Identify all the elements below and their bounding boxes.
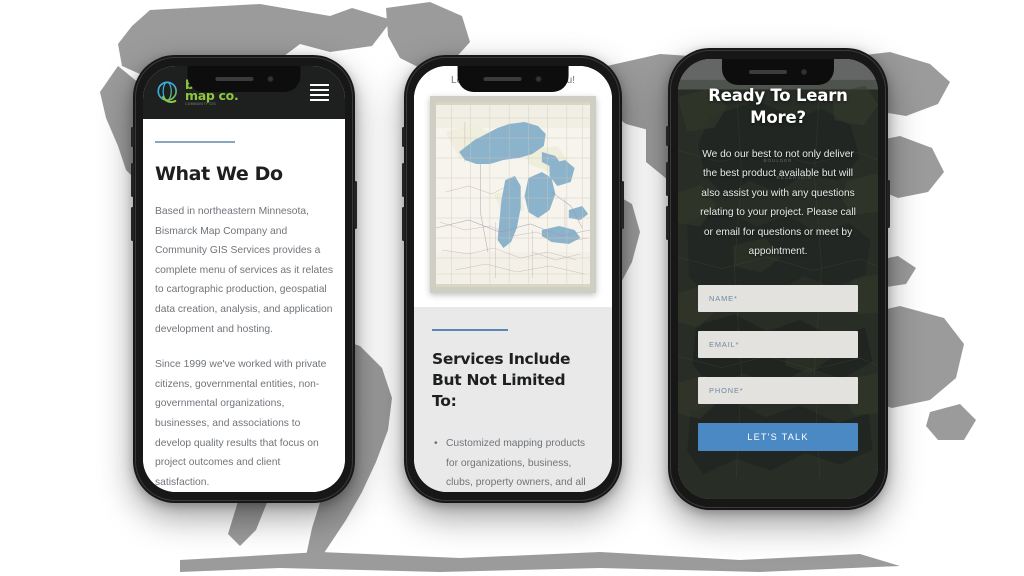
accent-divider — [155, 141, 235, 143]
phone-mockup-contact: BOULDER RESERVOIR LAKE Ready To Learn Mo… — [666, 48, 890, 510]
hamburger-menu-icon[interactable] — [308, 82, 331, 103]
front-camera-icon — [801, 69, 807, 75]
phone-volume-up-button[interactable] — [131, 163, 134, 197]
phone2-mute-button[interactable] — [402, 127, 405, 147]
accent-divider — [432, 329, 508, 331]
contact-paragraph: We do our best to not only deliver the b… — [700, 149, 856, 258]
phone2-volume-up-button[interactable] — [402, 163, 405, 197]
page-title: What We Do — [155, 163, 283, 185]
great-lakes-map-image — [436, 102, 590, 287]
contact-section: Ready To Learn More? We do our best to n… — [678, 59, 878, 499]
phone2-power-button[interactable] — [621, 181, 624, 229]
phone3-notch — [722, 59, 834, 85]
services-title: Services Include But Not Limited To: — [432, 350, 571, 410]
globe-icon — [157, 81, 177, 104]
phone-power-button[interactable] — [354, 181, 357, 229]
phone-mockup-services: Let us bring the map to you! — [402, 55, 624, 503]
phone3-volume-up-button[interactable] — [666, 162, 669, 196]
phone3-mute-button[interactable] — [666, 126, 669, 146]
phone3-power-button[interactable] — [887, 180, 890, 228]
phone2-volume-down-button[interactable] — [402, 207, 405, 241]
services-section: Services Include But Not Limited To: Cus… — [414, 307, 612, 492]
phone-mute-button[interactable] — [131, 127, 134, 147]
front-camera-icon — [266, 76, 273, 82]
phone1-notch — [187, 66, 301, 92]
phone-input[interactable] — [698, 377, 858, 405]
name-input[interactable] — [698, 285, 858, 313]
map-hero-section: Let us bring the map to you! — [414, 66, 612, 293]
earpiece-speaker-icon — [484, 77, 522, 81]
earpiece-speaker-icon — [749, 70, 787, 74]
contact-title: Ready To Learn More? — [708, 86, 848, 127]
phone2-notch — [457, 66, 569, 92]
list-item: Customized mapping products for organiza… — [432, 434, 594, 492]
what-we-do-section: What We Do Based in northeastern Minneso… — [143, 119, 345, 492]
phone2-screen: Let us bring the map to you! — [414, 66, 612, 492]
phone-volume-down-button[interactable] — [131, 207, 134, 241]
phone3-volume-down-button[interactable] — [666, 206, 669, 240]
services-list: Customized mapping products for organiza… — [432, 434, 594, 492]
phone3-screen: BOULDER RESERVOIR LAKE Ready To Learn Mo… — [678, 59, 878, 499]
logo-line-2: map co. — [185, 88, 239, 104]
front-camera-icon — [536, 76, 542, 82]
phone-mockup-what-we-do: bismarck map co. COMMUNITY GIS What We D… — [131, 55, 357, 503]
logo-tagline: COMMUNITY GIS — [185, 102, 216, 107]
framed-map[interactable] — [430, 96, 596, 293]
phone1-screen: bismarck map co. COMMUNITY GIS What We D… — [143, 66, 345, 492]
contact-form: LET'S TALK — [698, 285, 858, 452]
email-input[interactable] — [698, 331, 858, 359]
lets-talk-button[interactable]: LET'S TALK — [698, 423, 858, 452]
screenshot-stage: bismarck map co. COMMUNITY GIS What We D… — [0, 0, 1024, 576]
earpiece-speaker-icon — [214, 77, 253, 81]
paragraph-2: Since 1999 we've worked with private cit… — [155, 359, 327, 488]
paragraph-1: Based in northeastern Minnesota, Bismarc… — [155, 206, 333, 335]
